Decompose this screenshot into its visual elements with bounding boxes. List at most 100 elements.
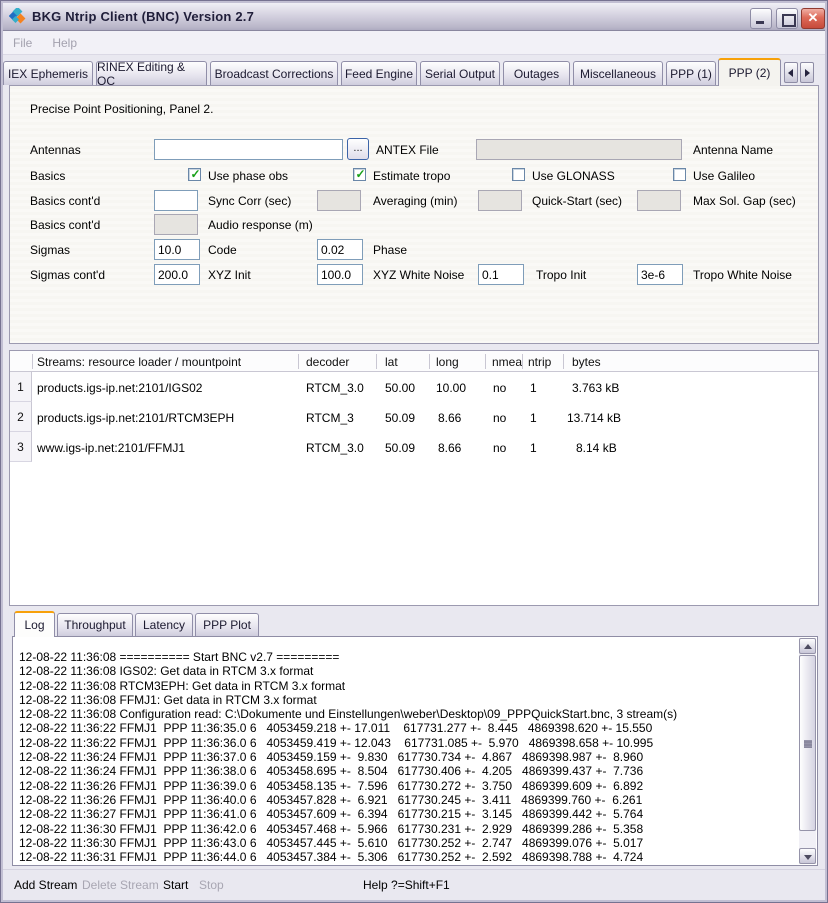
stream-row[interactable]: products.igs-ip.net:2101/IGS02 RTCM_3.0 … xyxy=(10,372,818,402)
averaging-input xyxy=(317,190,361,211)
sync-corr-input[interactable] xyxy=(154,190,198,211)
sigma-code-input[interactable] xyxy=(154,239,200,260)
tab-log[interactable]: Log xyxy=(14,611,55,637)
help-hint: Help ?=Shift+F1 xyxy=(363,878,450,892)
tropo-white-noise-input[interactable] xyxy=(637,264,683,285)
estimate-tropo-label: Estimate tropo xyxy=(373,169,450,183)
tab-miscellaneous[interactable]: Miscellaneous xyxy=(573,61,663,85)
tab-throughput[interactable]: Throughput xyxy=(57,613,133,636)
tropo-init-input[interactable] xyxy=(478,264,524,285)
estimate-tropo-checkbox[interactable]: ✓ xyxy=(353,168,366,181)
basics-label: Basics xyxy=(30,169,65,183)
cell-decoder: RTCM_3.0 xyxy=(306,441,364,455)
scroll-up-icon xyxy=(804,644,812,649)
chevron-left-icon xyxy=(788,69,793,77)
basics3-label: Basics cont'd xyxy=(30,218,100,232)
use-phase-obs-checkbox[interactable]: ✓ xyxy=(188,168,201,181)
header-ntrip: ntrip xyxy=(528,355,551,369)
add-stream-button[interactable]: Add Stream xyxy=(14,878,77,892)
tab-ppp-2[interactable]: PPP (2) xyxy=(718,58,781,86)
sigma-phase-label: Phase xyxy=(373,243,407,257)
ppp-panel: Precise Point Positioning, Panel 2. Ante… xyxy=(9,85,819,344)
cell-bytes: 8.14 kB xyxy=(576,441,617,455)
log-scrollbar[interactable] xyxy=(799,638,816,864)
stream-row[interactable]: www.igs-ip.net:2101/FFMJ1 RTCM_3.0 50.09… xyxy=(10,432,818,462)
chevron-right-icon xyxy=(805,69,810,77)
antex-file-input xyxy=(476,139,682,160)
cell-source: products.igs-ip.net:2101/RTCM3EPH xyxy=(37,411,234,425)
check-icon: ✓ xyxy=(354,167,367,181)
use-galileo-checkbox[interactable]: ✓ xyxy=(673,168,686,181)
menu-bar: File Help xyxy=(3,31,825,55)
antex-file-label: ANTEX File xyxy=(376,143,439,157)
log-text: 12-08-22 11:36:08 ========== Start BNC v… xyxy=(19,650,677,866)
cell-nmea: no xyxy=(493,441,506,455)
close-button[interactable]: ✕ xyxy=(801,8,825,29)
tab-rinex-editing-qc[interactable]: RINEX Editing & QC xyxy=(96,61,207,85)
tab-outages[interactable]: Outages xyxy=(503,61,570,85)
xyz-white-noise-input[interactable] xyxy=(317,264,363,285)
column-divider xyxy=(32,354,33,369)
antenna-name-label: Antenna Name xyxy=(693,143,773,157)
scroll-up-button[interactable] xyxy=(799,638,816,654)
cell-long: 8.66 xyxy=(438,411,461,425)
tab-scroll-right-button[interactable] xyxy=(800,62,814,83)
sigmas2-label: Sigmas cont'd xyxy=(30,268,105,282)
tab-feed-engine[interactable]: Feed Engine xyxy=(341,61,417,85)
header-lat: lat xyxy=(385,355,398,369)
menu-file[interactable]: File xyxy=(3,36,42,50)
xyz-white-noise-label: XYZ White Noise xyxy=(373,268,464,282)
column-divider xyxy=(563,354,564,369)
menu-help[interactable]: Help xyxy=(42,36,87,50)
cell-lat: 50.00 xyxy=(385,381,415,395)
tab-ephemeris[interactable]: IEX Ephemeris xyxy=(3,61,93,85)
cell-decoder: RTCM_3 xyxy=(306,411,354,425)
tab-latency[interactable]: Latency xyxy=(135,613,193,636)
cell-source: www.igs-ip.net:2101/FFMJ1 xyxy=(37,441,185,455)
use-galileo-label: Use Galileo xyxy=(693,169,755,183)
scroll-down-icon xyxy=(804,855,812,860)
bottom-action-bar: Add Stream Delete Stream Start Stop Help… xyxy=(3,869,825,900)
stop-button[interactable]: Stop xyxy=(199,878,224,892)
antex-browse-button[interactable]: ... xyxy=(347,138,369,160)
tropo-white-noise-label: Tropo White Noise xyxy=(693,268,792,282)
sync-corr-label: Sync Corr (sec) xyxy=(208,194,291,208)
header-decoder: decoder xyxy=(306,355,349,369)
sigmas-label: Sigmas xyxy=(30,243,70,257)
app-icon xyxy=(9,8,26,25)
tab-ppp-plot[interactable]: PPP Plot xyxy=(195,613,259,636)
antennas-input[interactable] xyxy=(154,139,343,160)
tab-scroll-left-button[interactable] xyxy=(784,62,798,83)
streams-table: Streams: resource loader / mountpoint de… xyxy=(9,350,819,606)
use-phase-obs-label: Use phase obs xyxy=(208,169,288,183)
minimize-button[interactable] xyxy=(750,8,772,29)
start-button[interactable]: Start xyxy=(163,878,188,892)
log-output-panel: 12-08-22 11:36:08 ========== Start BNC v… xyxy=(12,636,818,866)
cell-nmea: no xyxy=(493,381,506,395)
tab-broadcast-corrections[interactable]: Broadcast Corrections xyxy=(210,61,338,85)
use-glonass-checkbox[interactable]: ✓ xyxy=(512,168,525,181)
scroll-thumb[interactable] xyxy=(799,655,816,831)
header-long: long xyxy=(436,355,459,369)
cell-bytes: 3.763 kB xyxy=(572,381,619,395)
cell-ntrip: 1 xyxy=(530,381,537,395)
tab-ppp-1[interactable]: PPP (1) xyxy=(666,61,716,85)
scroll-down-button[interactable] xyxy=(799,848,816,864)
panel-caption: Precise Point Positioning, Panel 2. xyxy=(30,102,213,116)
tropo-init-label: Tropo Init xyxy=(536,268,586,282)
column-divider xyxy=(298,354,299,369)
max-sol-gap-input xyxy=(637,190,681,211)
cell-source: products.igs-ip.net:2101/IGS02 xyxy=(37,381,202,395)
cell-long: 10.00 xyxy=(436,381,466,395)
streams-table-header: Streams: resource loader / mountpoint de… xyxy=(10,351,818,372)
stream-row[interactable]: products.igs-ip.net:2101/RTCM3EPH RTCM_3… xyxy=(10,402,818,432)
maximize-button[interactable] xyxy=(776,8,798,29)
averaging-label: Averaging (min) xyxy=(373,194,457,208)
sigma-phase-input[interactable] xyxy=(317,239,363,260)
xyz-init-input[interactable] xyxy=(154,264,200,285)
header-bytes: bytes xyxy=(572,355,601,369)
cell-lat: 50.09 xyxy=(385,441,415,455)
cell-nmea: no xyxy=(493,411,506,425)
delete-stream-button[interactable]: Delete Stream xyxy=(82,878,159,892)
tab-serial-output[interactable]: Serial Output xyxy=(420,61,500,85)
